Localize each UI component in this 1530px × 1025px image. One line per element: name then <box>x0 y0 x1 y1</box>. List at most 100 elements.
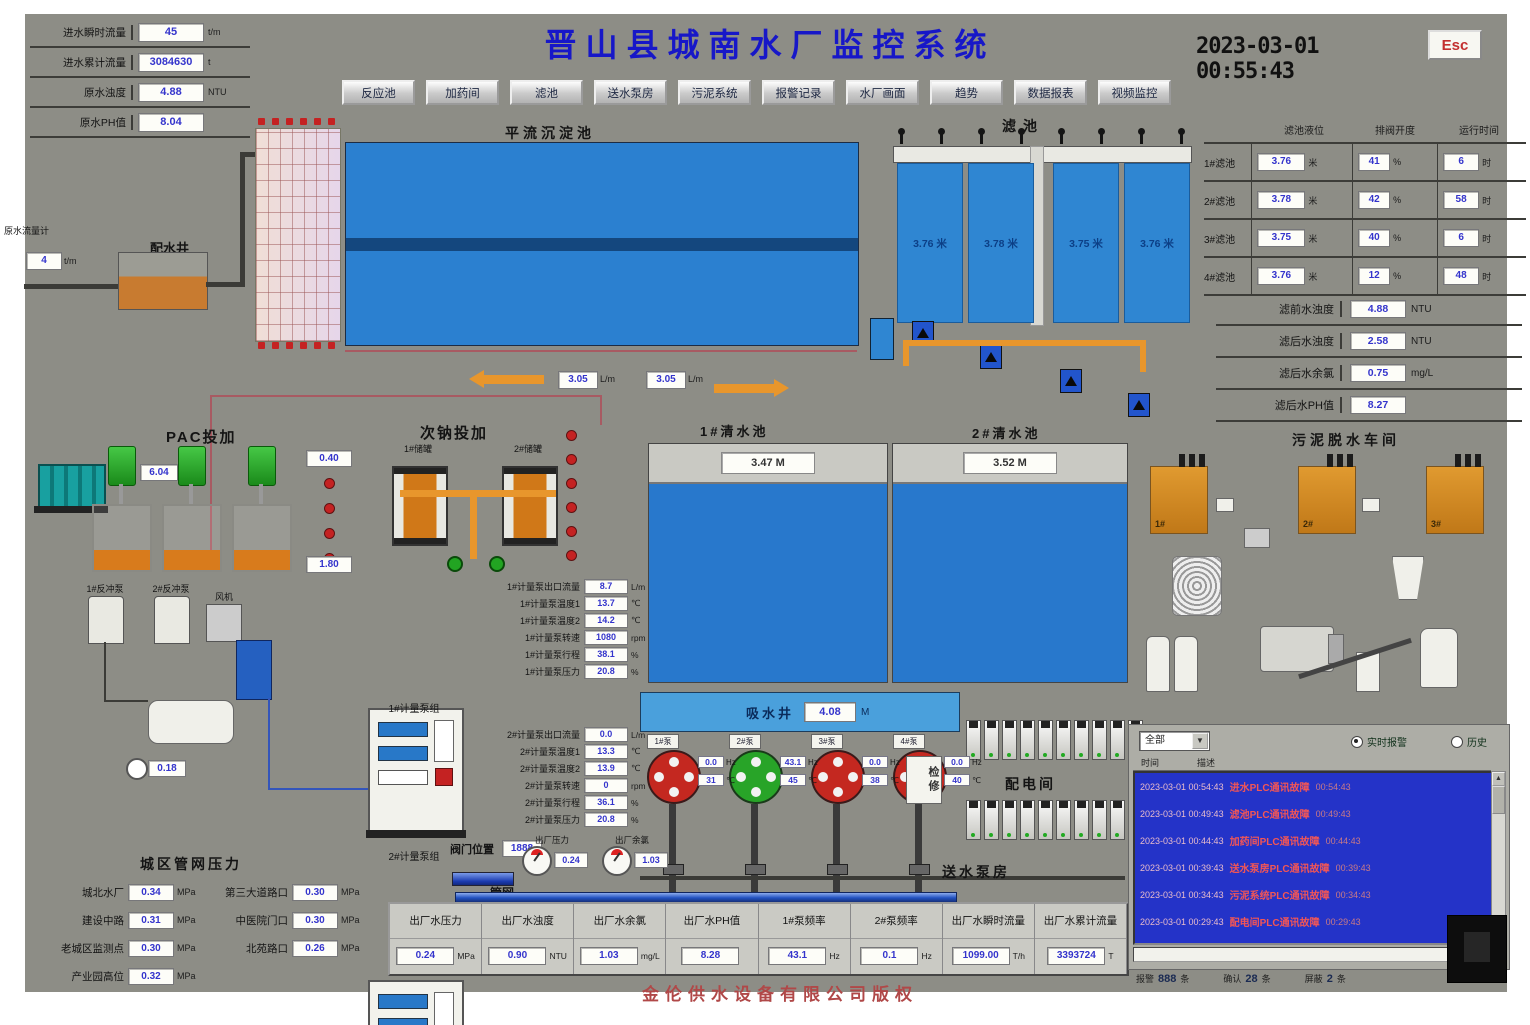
esc-button[interactable]: Esc <box>1428 30 1482 60</box>
bw-signal-line-v <box>268 698 270 790</box>
mixer-motor-icon <box>108 446 136 486</box>
hypo-valve-1[interactable] <box>447 556 463 572</box>
pump-temperature: 38℃ <box>862 774 899 786</box>
vendor-footer: 金伦供水设备有限公司版权 <box>490 980 1070 1005</box>
nav-button[interactable]: 加药间 <box>426 80 499 105</box>
pressure-gauge-value: 0.24 <box>554 852 588 868</box>
pool2-level: 3.52 M <box>963 452 1057 474</box>
drain-valve-4[interactable] <box>1128 393 1150 417</box>
filter-table-row: 3#滤池 3.75米 40% 6时 <box>1204 220 1526 258</box>
nav-button[interactable]: 滤池 <box>510 80 583 105</box>
pac-mixer-tanks <box>92 446 290 570</box>
filter-table-row: 1#滤池 3.76米 41% 6时 <box>1204 144 1526 182</box>
backwash-pipe-v1 <box>903 346 909 366</box>
dosing-data-row: 1#计量泵转速 1080 rpm <box>462 629 652 646</box>
riser-pipe <box>240 152 245 287</box>
alarm-filter-dropdown[interactable]: 全部 ▼ <box>1139 731 1210 751</box>
scrollbar-thumb[interactable] <box>1492 786 1505 814</box>
alarm-col-time: 时间 <box>1141 756 1159 769</box>
nav-button[interactable]: 视频监控 <box>1098 80 1171 105</box>
nav-button[interactable]: 报警记录 <box>762 80 835 105</box>
filter-valve-strip <box>900 133 1183 144</box>
alarm-row[interactable]: 2023-03-01 00:34:43 污泥系统PLC通讯故障 00:34:43 <box>1135 881 1493 908</box>
outlet-column: 出厂水累计流量 3393724T <box>1035 904 1127 974</box>
alarm-col-desc: 描述 <box>1197 756 1215 769</box>
field-label: 进水瞬时流量 <box>30 25 133 40</box>
alarm-row[interactable]: 2023-03-01 00:39:43 送水泵房PLC通讯故障 00:39:43 <box>1135 854 1493 881</box>
pump-icon <box>811 750 865 804</box>
filter-cell[interactable]: 3.75 米 <box>1053 163 1119 323</box>
dosing-data-row: 1#计量泵温度2 14.2 ℃ <box>462 612 652 629</box>
col-header-level: 滤池液位 <box>1254 122 1354 137</box>
stack-icon <box>1337 454 1343 467</box>
suction-well-level: 4.08 <box>804 702 856 722</box>
nav-button[interactable]: 数据报表 <box>1014 80 1087 105</box>
sludge-connector-2 <box>1362 498 1380 512</box>
drain-valve-3[interactable] <box>1060 369 1082 393</box>
field-label: 滤前水浊度 <box>1216 301 1342 317</box>
radio-realtime[interactable]: 实时报警 <box>1351 734 1407 749</box>
alarm-row[interactable]: 2023-03-01 00:44:43 加药间PLC通讯故障 00:44:43 <box>1135 827 1493 854</box>
filter-cell[interactable]: 3.76 米 <box>897 163 963 323</box>
backwash-level-value: 0.18 <box>148 760 186 777</box>
filter-cell[interactable]: 3.78 米 <box>968 163 1034 323</box>
outlet-column: 出厂水压力 0.24MPa <box>390 904 482 974</box>
hypo-section-title: 次钠投加 <box>420 422 488 443</box>
network-pressure-right: 第三大道路口 0.30 MPa 中医院门口 0.30 MPa 北苑路口 0.26… <box>200 878 360 962</box>
bw-pipe-2 <box>104 700 148 702</box>
sludge-tank: 2# <box>1298 466 1356 534</box>
alarm-row[interactable]: 2023-03-01 00:29:43 配电间PLC通讯故障 00:29:43 <box>1135 908 1493 935</box>
alarm-row[interactable]: 2023-03-01 00:54:43 进水PLC通讯故障 00:54:43 <box>1135 773 1493 800</box>
pac-mixer-3 <box>232 446 290 570</box>
hypo-pipe-h <box>400 490 556 497</box>
stack-icon <box>1475 454 1481 467</box>
chevron-down-icon[interactable]: ▼ <box>1192 733 1208 749</box>
pac-motor-value: 6.04 <box>140 464 178 481</box>
drain-valve-2[interactable] <box>980 345 1002 369</box>
flow-arrow-left-icon <box>484 375 544 384</box>
field-value: 3084630 <box>138 53 204 72</box>
sludge-pump <box>1244 528 1270 548</box>
scroll-up-icon[interactable]: ▲ <box>1492 772 1505 786</box>
field-unit: NTU <box>208 87 227 97</box>
alarm-panel: 全部 ▼ 实时报警 历史 时间 描述 2023-03-01 00:54:43 进… <box>1128 724 1510 970</box>
filter-cell[interactable]: 3.76 米 <box>1124 163 1190 323</box>
nav-button[interactable]: 水厂画面 <box>846 80 919 105</box>
time-cell: 6时 <box>1437 220 1526 256</box>
sedimentation-pool <box>345 142 859 346</box>
hypo-valve-2[interactable] <box>489 556 505 572</box>
stack-icon <box>1189 454 1195 467</box>
filter-table-row: 4#滤池 3.76米 12% 48时 <box>1204 258 1526 296</box>
dosing-data-row: 2#计量泵出口流量 0.0 L/m <box>462 726 652 743</box>
stop-button-icon <box>435 768 453 786</box>
quality-row: 滤前水浊度 4.88 NTU <box>1216 294 1522 326</box>
level-meter-icon <box>126 758 148 780</box>
nav-button[interactable]: 反应池 <box>342 80 415 105</box>
pac-bottom-value: 1.80 <box>306 556 352 573</box>
dosing-line-h <box>210 395 602 397</box>
alarm-row[interactable]: 2023-03-01 00:49:43 滤池PLC通讯故障 00:49:43 <box>1135 800 1493 827</box>
dosing-data-row: 1#计量泵压力 20.8 % <box>462 663 652 680</box>
backwash-pump-1 <box>88 596 124 644</box>
radio-history[interactable]: 历史 <box>1451 734 1487 749</box>
filter-status-table: 滤池液位 排阀开度 运行时间 1#滤池 3.76米 41% 6时 2#滤池 3.… <box>1204 116 1526 296</box>
nav-button[interactable]: 污泥系统 <box>678 80 751 105</box>
backwash-pump-2 <box>154 596 190 644</box>
dosing-data-row: 2#计量泵温度1 13.3 ℃ <box>462 743 652 760</box>
sedimentation-pool-label: 平流沉淀池 <box>505 123 595 143</box>
time-cell: 6时 <box>1437 144 1526 180</box>
overlay-black-box <box>1447 915 1507 983</box>
flow-value-right: 3.05 <box>646 371 686 389</box>
nav-button[interactable]: 趋势 <box>930 80 1003 105</box>
datetime-display: 2023-03-01 00:55:43 <box>1196 34 1428 84</box>
pump-icon <box>729 750 783 804</box>
network-pressure-title: 城区管网压力 <box>140 854 242 874</box>
quality-row: 滤后水PH值 8.27 <box>1216 390 1522 422</box>
nav-button[interactable]: 送水泵房 <box>594 80 667 105</box>
stack-icon <box>1179 454 1185 467</box>
field-value: 0.75 <box>1350 364 1406 382</box>
suction-well: 吸水井 4.08 M <box>640 692 960 732</box>
pump-name: 4#泵 <box>893 734 925 749</box>
alarm-input-strip[interactable] <box>1133 947 1487 962</box>
dosing-data-row: 2#计量泵压力 20.8 % <box>462 811 652 828</box>
